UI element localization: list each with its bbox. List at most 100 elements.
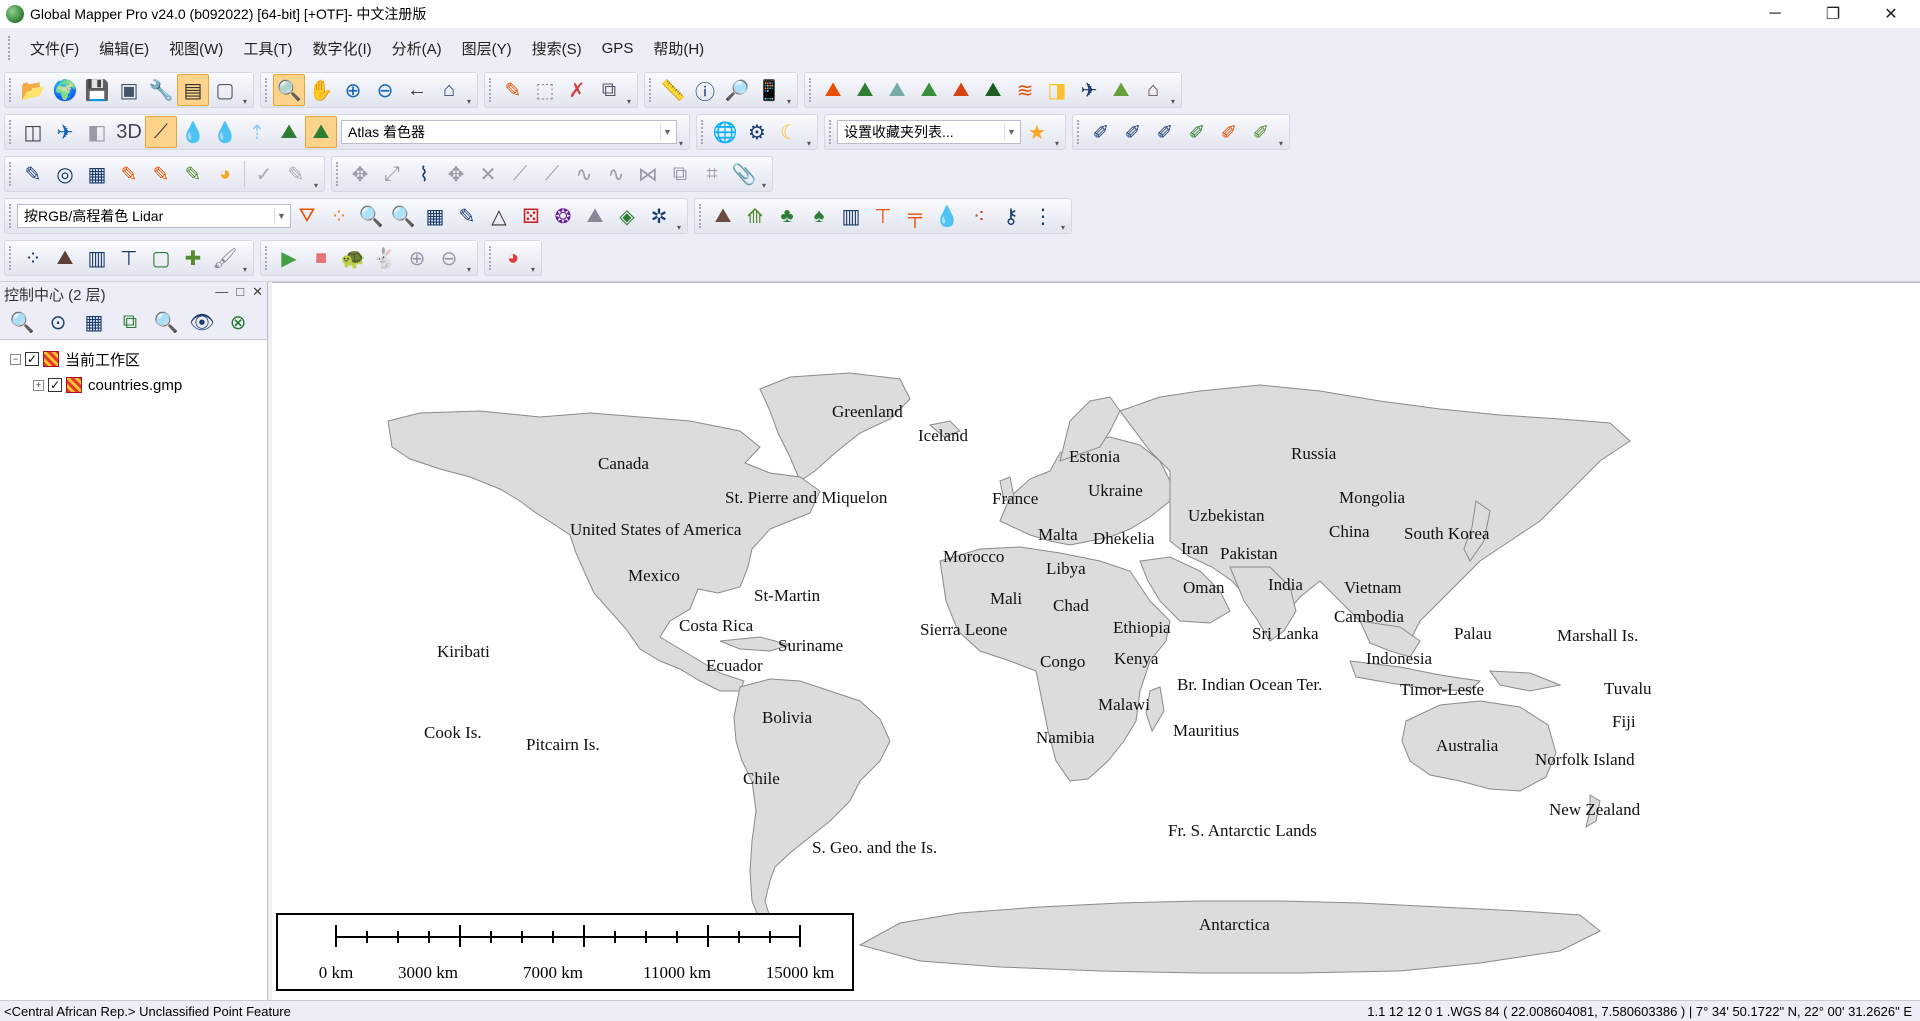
water-icon[interactable]: 💧 (931, 200, 963, 232)
scale-bar[interactable]: 0 km 3000 km 7000 km 11000 km 15000 km (276, 913, 854, 991)
toolbar-grip[interactable] (336, 162, 340, 186)
key-icon[interactable]: ⚷ (995, 200, 1027, 232)
toolbar-grip[interactable] (699, 204, 703, 228)
snap-icon[interactable]: ⋈ (632, 158, 664, 190)
toolbar-grip[interactable] (265, 78, 269, 102)
print-icon[interactable]: ▣ (113, 74, 145, 106)
layers-stack-icon[interactable]: ◈ (611, 200, 643, 232)
zoom-in-icon[interactable]: ⊕ (337, 74, 369, 106)
gear-icon[interactable]: ⚙ (741, 116, 773, 148)
toolbar-grip[interactable] (701, 120, 705, 144)
back-arrow-icon[interactable]: ← (401, 74, 433, 106)
target-icon[interactable]: ◎ (49, 158, 81, 190)
terrain-icon[interactable]: ⛰ (849, 74, 881, 106)
delete-feature-icon[interactable]: ✗ (561, 74, 593, 106)
toolbar-grip[interactable] (489, 246, 493, 270)
save-icon[interactable]: 💾 (81, 74, 113, 106)
peak-icon[interactable]: ⛰ (273, 116, 305, 148)
powerline-icon[interactable]: ╤ (899, 200, 931, 232)
join-line-icon[interactable]: ⟋ (536, 158, 568, 190)
chevron-down-icon[interactable]: ▼ (1004, 124, 1018, 140)
path-icon[interactable]: ✈ (49, 116, 81, 148)
tree-item-countries[interactable]: + ✓ countries.gmp (0, 372, 267, 398)
overview-icon[interactable]: ▢ (209, 74, 241, 106)
menu-layer[interactable]: 图层(Y) (452, 38, 522, 59)
puzzle-icon[interactable]: ✚ (177, 242, 209, 274)
toolbar-dropdown-icon[interactable]: ▾ (625, 72, 633, 108)
draw-line-icon[interactable]: ✐ (1117, 116, 1149, 148)
toolbar-grip[interactable] (9, 246, 13, 270)
zoom-out-icon[interactable]: ⊖ (369, 74, 401, 106)
toolbar-dropdown-icon[interactable]: ▾ (677, 114, 685, 150)
menu-edit[interactable]: 编辑(E) (89, 38, 159, 59)
edit-area-icon[interactable]: ✎ (177, 158, 209, 190)
layer-checkbox[interactable]: ✓ (25, 352, 39, 366)
move-vertex-icon[interactable]: ✥ (440, 158, 472, 190)
layout-icon[interactable]: ◫ (17, 116, 49, 148)
tree-icon[interactable]: ♠ (803, 200, 835, 232)
edit-line-icon[interactable]: ✎ (145, 158, 177, 190)
smooth-icon[interactable]: ∿ (568, 158, 600, 190)
menu-tools[interactable]: 工具(T) (233, 38, 302, 59)
3d-view-icon[interactable]: 3D (113, 116, 145, 148)
toolbar-dropdown-icon[interactable]: ▾ (465, 72, 473, 108)
toolbar-grip[interactable] (649, 78, 653, 102)
watershed-icon[interactable]: ⛰ (977, 74, 1009, 106)
building-icon[interactable]: ▥ (835, 200, 867, 232)
remove-frame-icon[interactable]: ⊖ (433, 242, 465, 274)
cluster-icon[interactable]: ❂ (547, 200, 579, 232)
edit-vertex-icon[interactable]: ✎ (17, 158, 49, 190)
shapes-icon[interactable]: ◕ (209, 158, 241, 190)
split-view-icon[interactable]: ◧ (81, 116, 113, 148)
filter-icon[interactable]: ⛛ (291, 200, 323, 232)
menu-file[interactable]: 文件(F) (20, 38, 89, 59)
layer-options-icon[interactable]: ⊙ (40, 307, 76, 339)
toolbar-dropdown-icon[interactable]: ▾ (529, 240, 537, 276)
toolbar-grip[interactable] (809, 78, 813, 102)
shader-peak-icon[interactable]: ⛰ (305, 116, 337, 148)
toolbar-dropdown-icon[interactable]: ▾ (760, 156, 768, 192)
select-box-icon[interactable]: ⬚ (529, 74, 561, 106)
ground-icon[interactable]: ⛰ (707, 200, 739, 232)
night-icon[interactable]: ☾ (773, 116, 805, 148)
device-icon[interactable]: 📱 (753, 74, 785, 106)
zoom-layer-icon[interactable]: 🔍 (4, 307, 40, 339)
layer-visibility-icon[interactable]: 👁 (184, 307, 220, 339)
slash-tool-icon[interactable]: ⟋ (145, 116, 177, 148)
point-search-icon[interactable]: 🔍 (355, 200, 387, 232)
lidar-color-select[interactable]: 按RGB/高程着色 Lidar ▼ (17, 204, 291, 228)
slope-icon[interactable]: ⛰ (1105, 74, 1137, 106)
pan-hand-icon[interactable]: ✋ (305, 74, 337, 106)
panel-maximize-button[interactable]: □ (236, 284, 244, 300)
draw-brush-icon[interactable]: ✐ (1213, 116, 1245, 148)
favorites-select[interactable]: 设置收藏夹列表... ▼ (837, 120, 1021, 144)
info-icon[interactable]: ⓘ (689, 74, 721, 106)
menu-gps[interactable]: GPS (592, 40, 644, 57)
add-frame-icon[interactable]: ⊕ (401, 242, 433, 274)
menu-help[interactable]: 帮助(H) (643, 38, 714, 59)
toolbar-dropdown-icon[interactable]: ▾ (1053, 114, 1061, 150)
copy-feature-icon[interactable]: ⧉ (664, 158, 696, 190)
toolbar-dropdown-icon[interactable]: ▾ (1059, 198, 1067, 234)
node-edit-icon[interactable]: ⌇ (408, 158, 440, 190)
menu-digitize[interactable]: 数字化(I) (302, 38, 381, 59)
draw-area-icon[interactable]: ✐ (1181, 116, 1213, 148)
toolbar-dropdown-icon[interactable]: ▾ (675, 198, 683, 234)
pie-chart-icon[interactable]: ◕ (497, 242, 529, 274)
water-level-icon[interactable]: 💧 (177, 116, 209, 148)
panel-minimize-button[interactable]: — (215, 284, 228, 300)
toolbar-dropdown-icon[interactable]: ▾ (785, 72, 793, 108)
layer-remove-icon[interactable]: ⊗ (220, 307, 256, 339)
toolbar-dropdown-icon[interactable]: ▾ (312, 156, 320, 192)
toolbar-grip[interactable] (489, 78, 493, 102)
layer-copy-icon[interactable]: ⧉ (112, 307, 148, 339)
toolbar-dropdown-icon[interactable]: ▾ (1169, 72, 1177, 108)
pole-icon[interactable]: ⊤ (867, 200, 899, 232)
rabbit-icon[interactable]: 🐇 (369, 242, 401, 274)
chevron-down-icon[interactable]: ▼ (274, 208, 288, 224)
toolbar-grip[interactable] (9, 78, 13, 102)
volume-icon[interactable]: ⛰ (881, 74, 913, 106)
draw-points-icon[interactable]: ✐ (1085, 116, 1117, 148)
toolbar-dropdown-icon[interactable]: ▾ (241, 240, 249, 276)
attach-icon[interactable]: 📎 (728, 158, 760, 190)
